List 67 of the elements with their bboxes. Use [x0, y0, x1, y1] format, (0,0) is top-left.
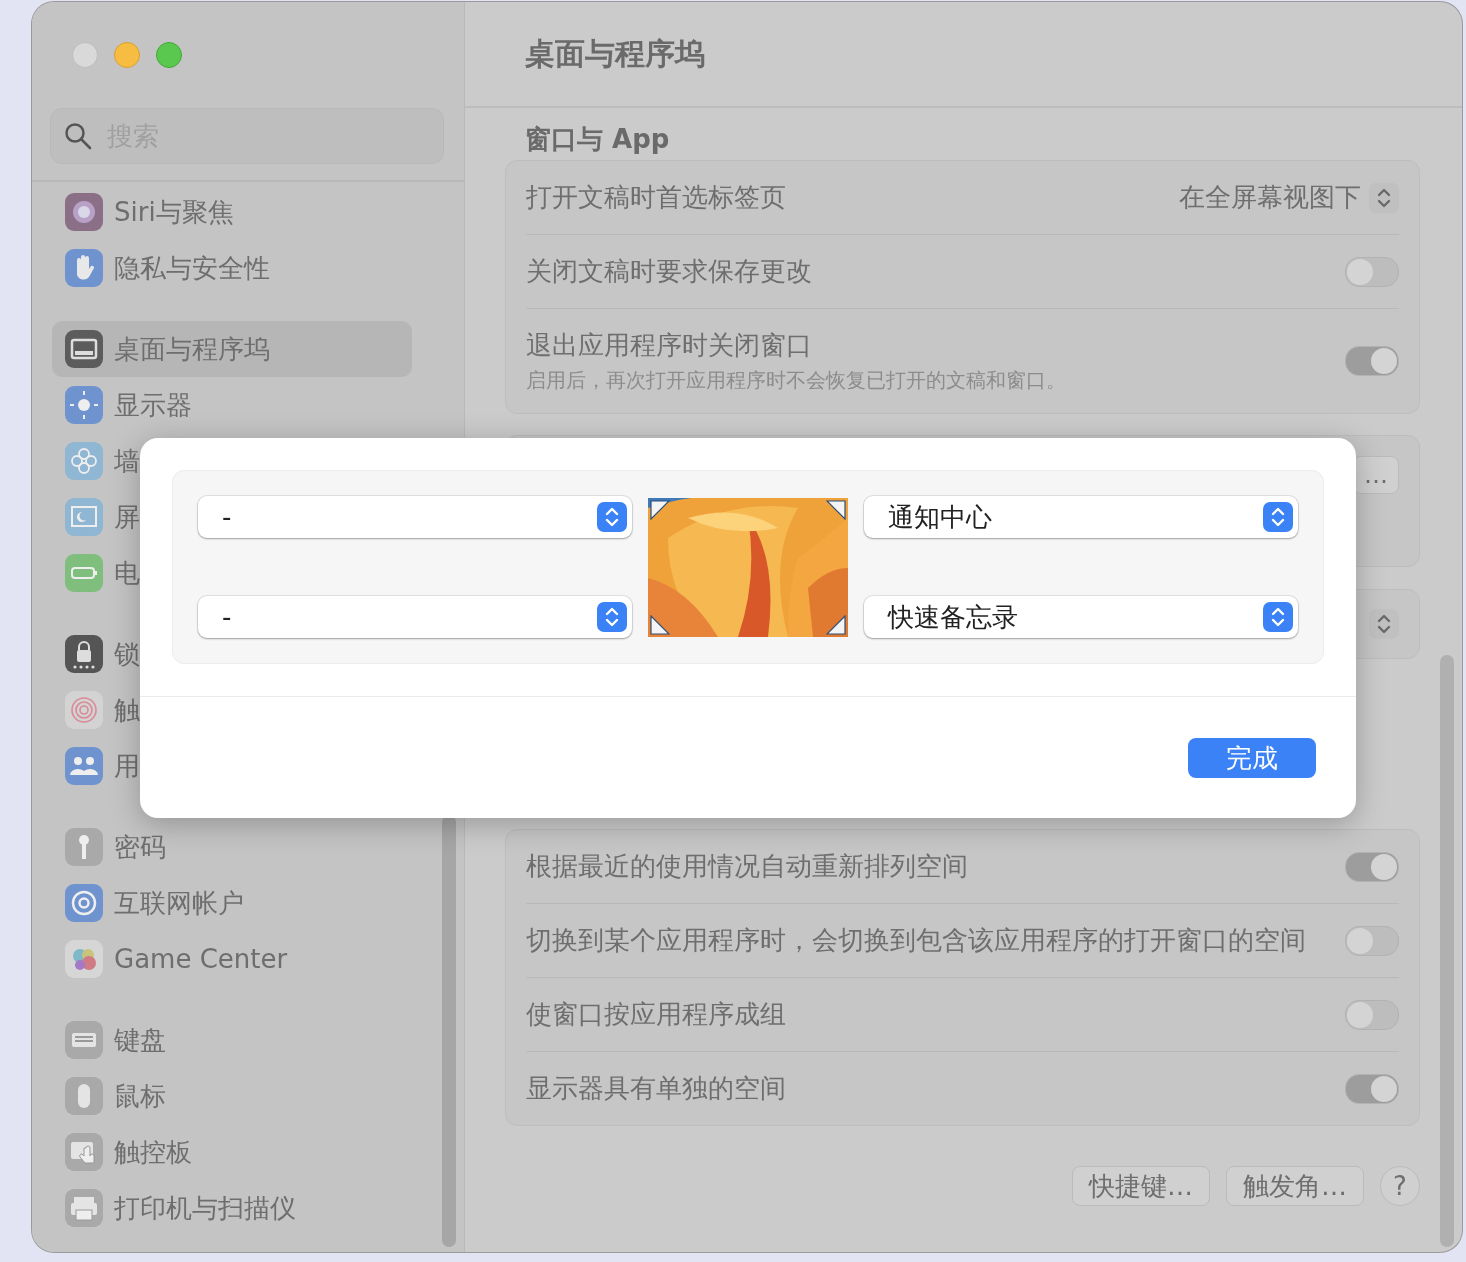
sidebar-item[interactable]: 密码: [52, 819, 412, 875]
sidebar-item[interactable]: Game Center: [52, 931, 412, 987]
sidebar-item[interactable]: 桌面与程序坞: [52, 321, 412, 377]
corner-icon: [826, 499, 846, 520]
people-icon: [64, 746, 104, 786]
sidebar-item[interactable]: 互联网帐户: [52, 875, 412, 931]
popup-arrows-icon[interactable]: [1369, 182, 1399, 213]
action-button[interactable]: 触发角…: [1226, 1166, 1364, 1206]
popup-arrows-icon[interactable]: [1263, 602, 1293, 632]
corner-popup[interactable]: -: [198, 496, 632, 538]
sidebar-item[interactable]: 显示器: [52, 377, 412, 433]
sidebar-item[interactable]: 触控板: [52, 1124, 412, 1180]
hand-icon: [64, 248, 104, 288]
moon-screen-icon: [64, 497, 104, 537]
options-button[interactable]: …: [1353, 456, 1399, 494]
toggle-switch[interactable]: [1345, 256, 1399, 287]
setting-label: 打开文稿时首选标签页: [526, 181, 786, 214]
setting-label: 使窗口按应用程序成组: [526, 998, 786, 1031]
minimize-button[interactable]: [114, 42, 140, 68]
toggle-switch[interactable]: [1345, 346, 1399, 376]
section-title: 窗口与 App: [524, 123, 671, 156]
setting-label: 切换到某个应用程序时，会切换到包含该应用程序的打开窗口的空间: [526, 924, 1306, 957]
lock-icon: [64, 634, 104, 674]
flower-icon: [64, 441, 104, 481]
setting-label: 显示器具有单独的空间: [526, 1072, 786, 1105]
setting-label: 退出应用程序时关闭窗口: [526, 329, 813, 362]
battery-icon: [64, 553, 104, 593]
corner-icon: [650, 499, 670, 520]
setting-label: 根据最近的使用情况自动重新排列空间: [526, 850, 968, 883]
bubbles-icon: [64, 939, 104, 979]
corner-icon: [650, 614, 670, 635]
toggle-switch[interactable]: [1345, 925, 1399, 956]
corner-popup[interactable]: -: [198, 596, 632, 638]
close-button[interactable]: [72, 42, 98, 68]
sun-icon: [64, 385, 104, 425]
keyboard-icon: [64, 1020, 104, 1060]
mouse-icon: [64, 1076, 104, 1116]
key-icon: [64, 827, 104, 867]
corner-icon: [826, 614, 846, 635]
scrollbar[interactable]: [442, 815, 456, 1247]
done-button[interactable]: 完成: [1188, 738, 1316, 778]
corner-popup[interactable]: 快速备忘录: [864, 596, 1298, 638]
zoom-button[interactable]: [156, 42, 182, 68]
sidebar-item[interactable]: Siri与聚焦: [52, 184, 412, 240]
action-button[interactable]: 快捷键…: [1072, 1166, 1210, 1206]
search-icon: [64, 122, 92, 150]
sidebar-item[interactable]: 鼠标: [52, 1068, 412, 1124]
popup-arrows-icon[interactable]: [1369, 609, 1399, 639]
setting-label: 关闭文稿时要求保存更改: [526, 255, 812, 288]
scrollbar[interactable]: [1440, 655, 1454, 1247]
popup-value[interactable]: 在全屏幕视图下: [1179, 180, 1361, 215]
window-title: 桌面与程序坞: [525, 34, 705, 73]
popup-arrows-icon[interactable]: [597, 602, 627, 632]
sidebar-item[interactable]: 打印机与扫描仪: [52, 1180, 412, 1236]
dock-icon: [64, 329, 104, 369]
sidebar-item[interactable]: 隐私与安全性: [52, 240, 412, 296]
popup-arrows-icon[interactable]: [1263, 502, 1293, 532]
printer-icon: [64, 1188, 104, 1228]
setting-description: 启用后，再次打开应用程序时不会恢复已打开的文稿和窗口。: [526, 367, 1066, 394]
toggle-switch[interactable]: [1345, 1073, 1399, 1104]
toggle-switch[interactable]: [1345, 999, 1399, 1030]
sidebar-item[interactable]: 键盘: [52, 1012, 412, 1068]
toggle-switch[interactable]: [1345, 851, 1399, 882]
popup-arrows-icon[interactable]: [597, 502, 627, 532]
corner-popup[interactable]: 通知中心: [864, 496, 1298, 538]
help-button[interactable]: ?: [1380, 1166, 1420, 1206]
pointer-hand-icon: [64, 1132, 104, 1172]
